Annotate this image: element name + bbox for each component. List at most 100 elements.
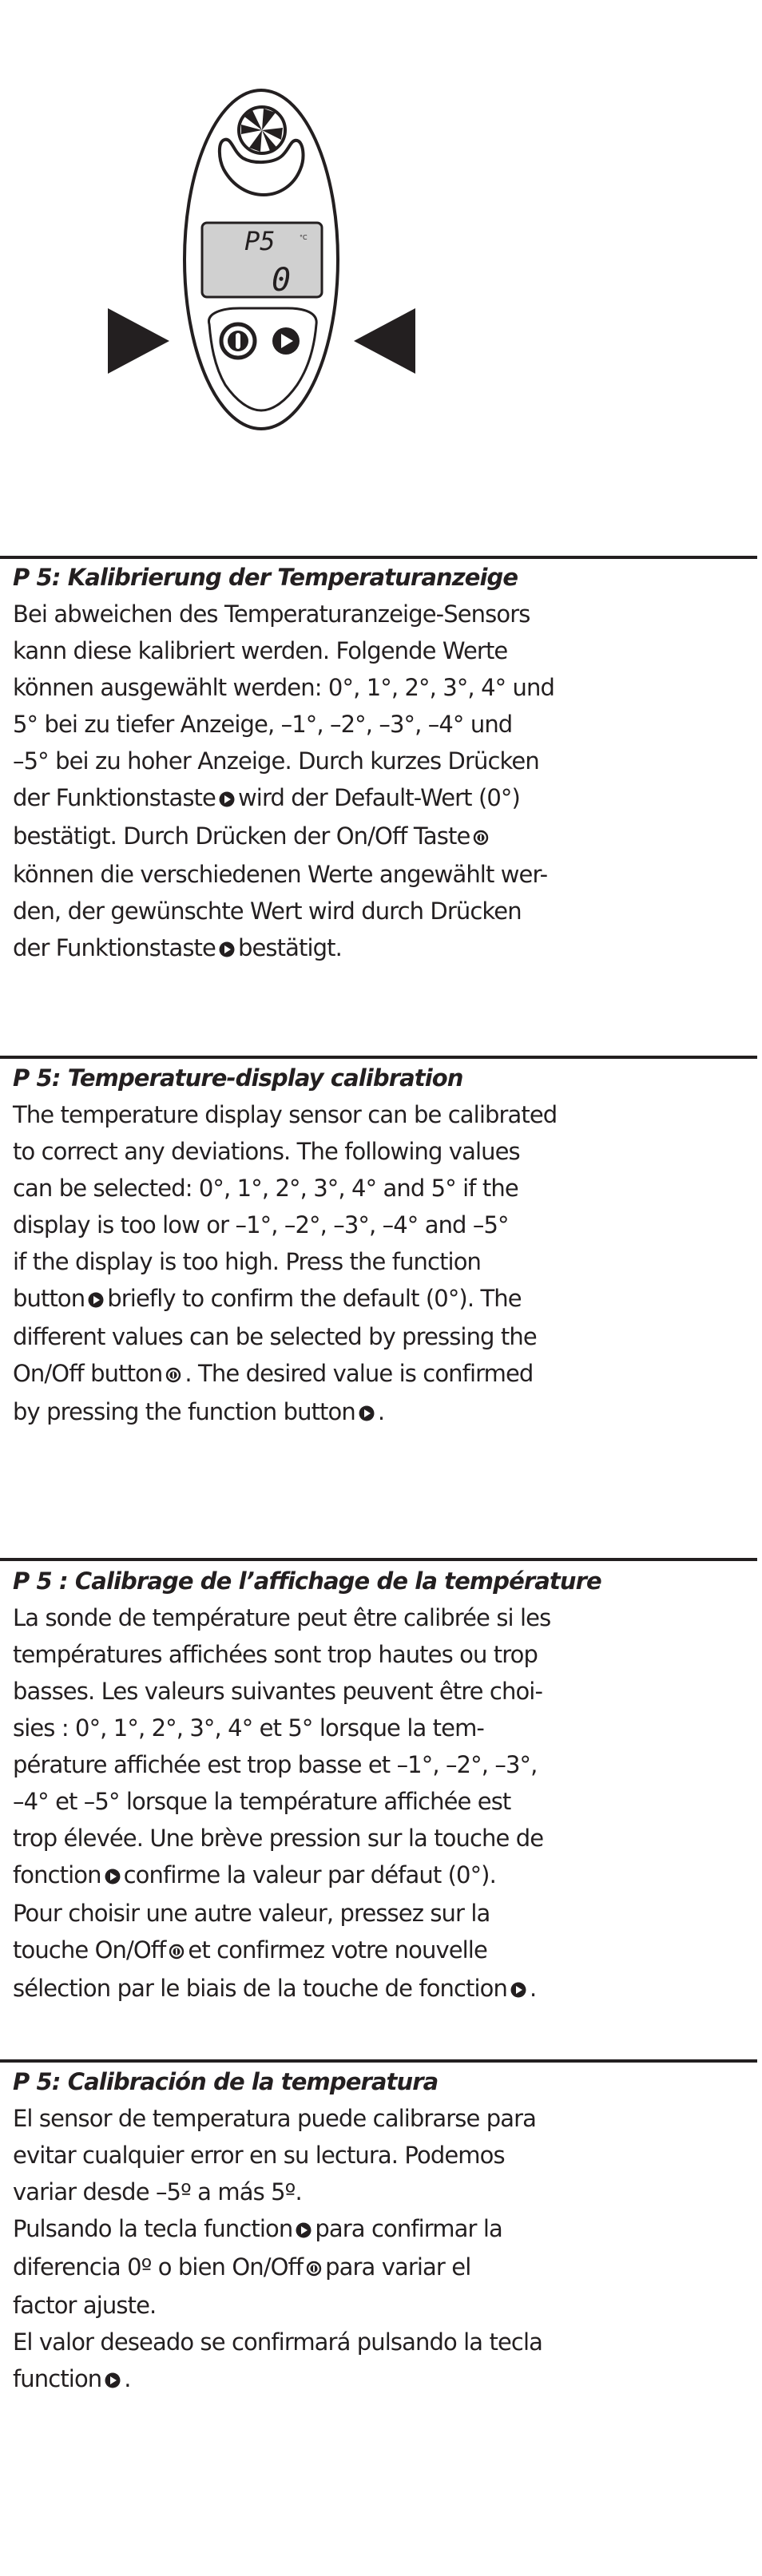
text-run: pérature affichée est trop basse et –1°,… bbox=[13, 1751, 538, 1778]
text-line: der Funktionstaste bestätigt. bbox=[13, 929, 748, 968]
section-body: Bei abweichen des Temperaturanzeige-Sens… bbox=[13, 596, 748, 968]
text-line: der Funktionstaste wird der Default-Wert … bbox=[13, 779, 748, 818]
text-line: On/Off button . The desired value is conf… bbox=[13, 1355, 748, 1393]
device-drawing: P5 °C 0 bbox=[108, 89, 415, 430]
text-run: –5° bei zu hoher Anzeige. Durch kurzes D… bbox=[13, 747, 540, 775]
lcd-bottom-readout: 0 bbox=[272, 262, 291, 299]
text-line: function. bbox=[13, 2360, 748, 2399]
text-run: confirme la valeur par défaut (0°). bbox=[123, 1861, 497, 1888]
right-pointer-arrow-icon bbox=[354, 308, 415, 374]
function-button-icon bbox=[510, 1972, 526, 2008]
function-button[interactable] bbox=[272, 327, 300, 355]
text-line: evitar cualquier error en su lectura. Po… bbox=[13, 2137, 748, 2174]
text-line: can be selected: 0°, 1°, 2°, 3°, 4° and … bbox=[13, 1170, 748, 1207]
text-run: bestätigt. Durch Drücken der On/Off Tast… bbox=[13, 822, 470, 850]
text-line: können ausgewählt werden: 0°, 1°, 2°, 3°… bbox=[13, 669, 748, 706]
text-run: On/Off button bbox=[13, 1360, 163, 1387]
text-run: by pressing the function button bbox=[13, 1398, 356, 1425]
text-run: El sensor de temperatura puede calibrars… bbox=[13, 2105, 537, 2132]
text-line: button briefly to confirm the default (0°… bbox=[13, 1280, 748, 1318]
section-divider bbox=[0, 1558, 757, 1561]
text-run: températures affichées sont trop hautes … bbox=[13, 1641, 538, 1668]
text-run: can be selected: 0°, 1°, 2°, 3°, 4° and … bbox=[13, 1175, 519, 1202]
onoff-button[interactable] bbox=[219, 322, 257, 360]
section-spanish: P 5: Calibración de la temperatura El se… bbox=[13, 2063, 748, 2399]
text-line: pérature affichée est trop basse et –1°,… bbox=[13, 1746, 748, 1783]
text-run: den, der gewünschte Wert wird durch Drüc… bbox=[13, 898, 522, 925]
text-line: El sensor de temperatura puede calibrars… bbox=[13, 2100, 748, 2137]
onoff-button-icon bbox=[165, 1357, 181, 1393]
text-line: if the display is too high. Press the fu… bbox=[13, 1243, 748, 1280]
text-run: Pulsando la tecla function bbox=[13, 2215, 293, 2242]
text-line: El valor deseado se confirmará pulsando … bbox=[13, 2324, 748, 2360]
section-divider bbox=[0, 1056, 757, 1059]
section-title: P 5: Kalibrierung der Temperaturanzeige bbox=[13, 564, 518, 591]
section-english: P 5: Temperature-display calibration The… bbox=[13, 1060, 748, 1432]
text-run: –4° et –5° lorsque la température affich… bbox=[13, 1788, 511, 1815]
text-run: La sonde de température peut être calibr… bbox=[13, 1604, 551, 1631]
text-run: diferencia 0º o bien On/Off bbox=[13, 2253, 304, 2281]
text-line: –4° et –5° lorsque la température affich… bbox=[13, 1783, 748, 1820]
text-line: basses. Les valeurs suivantes peuvent êt… bbox=[13, 1673, 748, 1710]
text-run: fonction bbox=[13, 1861, 102, 1888]
text-run: 5° bei zu tiefer Anzeige, –1°, –2°, –3°,… bbox=[13, 711, 513, 738]
text-line: touche On/Off et confirmez votre nouvelle bbox=[13, 1932, 748, 1970]
text-run: . bbox=[530, 1975, 537, 2002]
onoff-button-icon bbox=[169, 1933, 185, 1970]
text-line: to correct any deviations. The following… bbox=[13, 1133, 748, 1170]
text-run: . The desired value is confirmed bbox=[185, 1360, 534, 1387]
text-run: variar desde –5º a más 5º. bbox=[13, 2178, 303, 2205]
text-line: Pulsando la tecla function para confirmar… bbox=[13, 2210, 748, 2249]
section-title: P 5 : Calibrage de l’affichage de la tem… bbox=[13, 1567, 602, 1595]
text-run: sies : 0°, 1°, 2°, 3°, 4° et 5° lorsque … bbox=[13, 1714, 485, 1742]
section-title: P 5: Temperature-display calibration bbox=[13, 1064, 463, 1092]
lcd-top-readout: P5 bbox=[244, 226, 276, 256]
text-line: by pressing the function button. bbox=[13, 1393, 748, 1432]
text-run: et confirmez votre nouvelle bbox=[188, 1936, 487, 1964]
text-run: El valor deseado se confirmará pulsando … bbox=[13, 2328, 543, 2356]
onoff-button-icon bbox=[473, 819, 489, 856]
section-body: La sonde de température peut être calibr… bbox=[13, 1599, 748, 2008]
text-run: können ausgewählt werden: 0°, 1°, 2°, 3°… bbox=[13, 674, 555, 701]
text-run: . bbox=[377, 1398, 385, 1425]
text-run: können die verschiedenen Werte angewählt… bbox=[13, 861, 548, 888]
device-illustration: P5 °C 0 bbox=[0, 0, 762, 551]
fan-icon bbox=[237, 105, 287, 155]
text-line: –5° bei zu hoher Anzeige. Durch kurzes D… bbox=[13, 743, 748, 779]
text-line: sélection par le biais de la touche de f… bbox=[13, 1970, 748, 2008]
text-line: den, der gewünschte Wert wird durch Drüc… bbox=[13, 893, 748, 929]
function-button-icon bbox=[219, 781, 235, 818]
function-button-icon bbox=[105, 2362, 121, 2399]
text-run: basses. Les valeurs suivantes peuvent êt… bbox=[13, 1678, 543, 1705]
text-run: der Funktionstaste bbox=[13, 784, 216, 811]
function-button-icon bbox=[296, 2212, 312, 2249]
text-line: factor ajuste. bbox=[13, 2287, 748, 2324]
function-button-icon bbox=[88, 1282, 104, 1318]
text-line: können die verschiedenen Werte angewählt… bbox=[13, 856, 748, 893]
section-divider bbox=[0, 2059, 757, 2063]
text-run: bestätigt. bbox=[237, 934, 343, 961]
text-run: briefly to confirm the default (0°). The bbox=[107, 1285, 522, 1312]
section-title: P 5: Calibración de la temperatura bbox=[13, 2068, 439, 2095]
text-run: trop élevée. Une brève pression sur la t… bbox=[13, 1825, 544, 1852]
text-run: Bei abweichen des Temperaturanzeige-Sens… bbox=[13, 600, 530, 628]
text-run: if the display is too high. Press the fu… bbox=[13, 1248, 482, 1275]
text-line: 5° bei zu tiefer Anzeige, –1°, –2°, –3°,… bbox=[13, 706, 748, 743]
text-run: wird der Default-Wert (0°) bbox=[237, 784, 521, 811]
section-body: El sensor de temperatura puede calibrars… bbox=[13, 2100, 748, 2399]
text-run: der Funktionstaste bbox=[13, 934, 216, 961]
text-line: températures affichées sont trop hautes … bbox=[13, 1636, 748, 1673]
text-line: Pour choisir une autre valeur, pressez s… bbox=[13, 1895, 748, 1932]
text-line: fonction confirme la valeur par défaut (0… bbox=[13, 1857, 748, 1895]
text-line: sies : 0°, 1°, 2°, 3°, 4° et 5° lorsque … bbox=[13, 1710, 748, 1746]
text-run: different values can be selected by pres… bbox=[13, 1323, 538, 1350]
text-line: Bei abweichen des Temperaturanzeige-Sens… bbox=[13, 596, 748, 632]
text-run: function bbox=[13, 2365, 102, 2392]
text-run: sélection par le biais de la touche de f… bbox=[13, 1975, 508, 2002]
text-run: evitar cualquier error en su lectura. Po… bbox=[13, 2142, 506, 2169]
text-run: kann diese kalibriert werden. Folgende W… bbox=[13, 637, 508, 664]
text-run: display is too low or –1°, –2°, –3°, –4°… bbox=[13, 1211, 510, 1238]
text-run: to correct any deviations. The following… bbox=[13, 1138, 521, 1165]
section-german: P 5: Kalibrierung der Temperaturanzeige … bbox=[13, 559, 748, 968]
text-line: diferencia 0º o bien On/Off para variar e… bbox=[13, 2249, 748, 2287]
